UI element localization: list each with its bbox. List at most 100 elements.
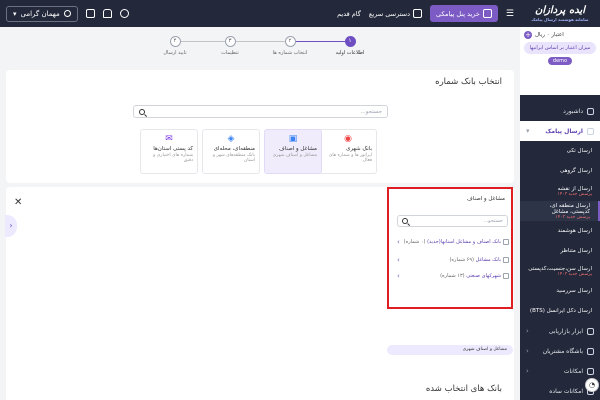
tile-subtitle: بانک منطقه‌های شهر و استان bbox=[212, 153, 255, 163]
chevron-right-icon[interactable]: › bbox=[5, 215, 17, 237]
postal-icon: ✉ bbox=[165, 134, 173, 144]
list-item-text: شهرکهای صنعتی (۱۳ شماره) bbox=[400, 273, 501, 279]
sidebar-sub-region[interactable]: ارسال منطقه ای، کدپستی، مشاغل پرسش جدید ۱… bbox=[520, 201, 600, 221]
credit-label: اعتبار ۰ ریال bbox=[535, 32, 564, 38]
support-icon[interactable] bbox=[119, 9, 129, 18]
list-item[interactable]: شهرکهای صنعتی (۱۳ شماره) ‹ bbox=[397, 269, 509, 283]
tile-title: مشاغل و اصناف bbox=[279, 146, 317, 152]
item-count: (۱۳ شماره) bbox=[440, 273, 465, 279]
step-number: ۳ bbox=[224, 36, 236, 47]
step-number: ۱ bbox=[344, 36, 356, 47]
step-label: تنظیمات bbox=[221, 50, 239, 56]
topbar-left: مهمان گرامی ▾ bbox=[6, 5, 129, 22]
tutorial-link[interactable]: گام قدیم bbox=[337, 10, 361, 18]
chat-support-button[interactable]: ◔ bbox=[585, 378, 599, 392]
step-confirm[interactable]: ۴ تایید ارسال bbox=[145, 36, 205, 56]
sidebar-item-label: ارسال پیامک bbox=[545, 127, 583, 135]
search-placeholder: جستجو... bbox=[483, 218, 503, 224]
sub-label: ارسال سررسید bbox=[556, 288, 592, 294]
sub-label: ارسال تکی bbox=[566, 148, 592, 154]
mail-icon[interactable] bbox=[85, 9, 95, 18]
sidebar-item-club[interactable]: باشگاه مشتریان ‹ bbox=[520, 341, 600, 361]
chevron-left-icon: ‹ bbox=[526, 327, 529, 335]
sidebar-item-send-sms[interactable]: ارسال پیامک ▾ bbox=[520, 121, 600, 141]
step-select-numbers[interactable]: ۲ انتخاب شماره ها bbox=[260, 36, 320, 56]
user-icon bbox=[63, 10, 71, 17]
tile-postal-code[interactable]: ✉ کد پستی استان‌ها شماره های اختیاری و د… bbox=[140, 129, 198, 174]
tile-subtitle: مشاغل و اصناف شهری bbox=[272, 153, 317, 158]
sub-label: ارسال دکل ایرانسل (BTS) bbox=[529, 308, 592, 314]
selected-guild-tag: مشاغل و اصناف شهری bbox=[387, 345, 513, 355]
guild-panel-title: مشاغل و اصناف bbox=[467, 196, 505, 202]
checkbox[interactable] bbox=[503, 257, 509, 263]
shop-icon: ▣ bbox=[288, 134, 298, 144]
top-bar: ☰ خرید پنل پیامکی دسترسی سریع گام قدیم م… bbox=[0, 0, 520, 27]
sidebar-sub-smart[interactable]: ارسال هوشمند bbox=[520, 221, 600, 241]
search-icon bbox=[139, 108, 145, 115]
item-count: (۶۹ شماره) bbox=[449, 257, 474, 263]
tutorial-label: گام قدیم bbox=[337, 9, 361, 18]
guild-search-input[interactable]: جستجو... bbox=[397, 215, 508, 227]
sidebar-sub-age-gender[interactable]: ارسال سن،جنسیت،کدپستی پرسش جدید ۱۴۰۳ bbox=[520, 261, 600, 281]
demo-badge: demo bbox=[547, 57, 573, 65]
sidebar-sub-group[interactable]: ارسال گروهی bbox=[520, 161, 600, 181]
tile-regional[interactable]: ◈ منطقه‌ای، محله‌ای بانک منطقه‌های شهر و… bbox=[202, 129, 260, 174]
credit-row: اعتبار ۰ ریال + bbox=[524, 31, 596, 39]
tile-subtitle: شماره های اختیاری و دقیق bbox=[153, 153, 193, 163]
menu-toggle-icon[interactable]: ☰ bbox=[506, 9, 514, 19]
sub-note: پرسش جدید ۱۴۰۳ bbox=[557, 271, 592, 277]
quick-access-label: دسترسی سریع bbox=[368, 9, 411, 18]
item-count: (۰ شماره) bbox=[403, 239, 426, 245]
chevron-left-icon: ‹ bbox=[526, 347, 529, 355]
bank-search-input[interactable]: جستجو... bbox=[133, 105, 388, 118]
map-pin-icon: ◈ bbox=[227, 134, 235, 144]
wizard-stepper: ۱ اطلاعات اولیه ۲ انتخاب شماره ها ۳ تنظی… bbox=[150, 36, 380, 66]
sidebar-item-label: امکانات bbox=[563, 367, 583, 375]
tile-title: منطقه‌ای، محله‌ای bbox=[213, 146, 255, 152]
bank-selection-card: انتخاب بانک شماره جستجو... ◉ بانک شهری ا… bbox=[6, 70, 514, 183]
sub-label: ارسال متناظر bbox=[560, 248, 592, 254]
promo-pill[interactable]: میزان اعتبار بر اساس ایرانیها bbox=[524, 42, 596, 54]
selected-banks-title: بانک های انتخاب شده bbox=[425, 384, 502, 394]
sidebar-item-marketing[interactable]: ابزار بازاریابی ‹ bbox=[520, 321, 600, 341]
quick-access-button[interactable]: دسترسی سریع bbox=[368, 9, 423, 18]
sidebar-sub-single[interactable]: ارسال تکی bbox=[520, 141, 600, 161]
chevron-left-icon[interactable]: ‹ bbox=[397, 272, 400, 280]
sidebar-menu: داشبورد ارسال پیامک ▾ ارسال تکی ارسال گر… bbox=[520, 95, 600, 400]
step-number: ۲ bbox=[284, 36, 296, 47]
bell-icon[interactable] bbox=[102, 9, 112, 18]
guild-list-panel: مشاغل و اصناف جستجو... بانک اصناف و مشاغ… bbox=[387, 187, 513, 309]
sidebar-item-dashboard[interactable]: داشبورد bbox=[520, 101, 600, 121]
step-basic-info[interactable]: ۱ اطلاعات اولیه bbox=[320, 36, 380, 56]
sidebar-sub-map[interactable]: ارسال از نقشه پرسش جدید ۱۴۰۳ bbox=[520, 181, 600, 201]
sidebar-item-label: ابزار بازاریابی bbox=[548, 327, 583, 335]
cart-icon bbox=[482, 9, 492, 18]
tile-title: کد پستی استان‌ها bbox=[153, 146, 193, 152]
buy-panel-button[interactable]: خرید پنل پیامکی bbox=[430, 5, 498, 22]
logo[interactable]: ایده پردازان سامانه هوشمند ارسال پیامک bbox=[520, 0, 600, 27]
tile-title: بانک شهری bbox=[346, 146, 372, 152]
tile-guilds[interactable]: ▣ مشاغل و اصناف مشاغل و اصناف شهری bbox=[264, 129, 322, 174]
close-icon[interactable]: ✕ bbox=[14, 197, 22, 208]
step-settings[interactable]: ۳ تنظیمات bbox=[200, 36, 260, 56]
logo-text: ایده پردازان bbox=[534, 5, 585, 16]
item-label: بانک مشاغل bbox=[475, 257, 501, 263]
sub-label: ارسال گروهی bbox=[559, 168, 592, 174]
sidebar-sub-due[interactable]: ارسال سررسید bbox=[520, 281, 600, 301]
search-placeholder: جستجو... bbox=[360, 108, 382, 115]
checkbox[interactable] bbox=[503, 239, 509, 245]
chevron-left-icon[interactable]: ‹ bbox=[397, 238, 400, 246]
club-icon bbox=[587, 347, 594, 355]
chevron-left-icon[interactable]: ‹ bbox=[397, 256, 400, 264]
app-root: ایده پردازان سامانه هوشمند ارسال پیامک ا… bbox=[0, 0, 600, 400]
checkbox[interactable] bbox=[503, 273, 509, 279]
add-credit-icon[interactable]: + bbox=[524, 31, 532, 39]
tile-city-bank[interactable]: ◉ بانک شهری اپراتور ها و شماره های فعال bbox=[319, 129, 377, 174]
sidebar-sub-bts[interactable]: ارسال دکل ایرانسل (BTS) bbox=[520, 301, 600, 321]
list-item[interactable]: بانک اصناف و مشاغل استانها(جدید) (۰ شمار… bbox=[397, 235, 509, 249]
list-item[interactable]: بانک مشاغل (۶۹ شماره) ‹ bbox=[397, 253, 509, 267]
features-icon bbox=[587, 367, 594, 375]
sidebar-sub-matched[interactable]: ارسال متناظر bbox=[520, 241, 600, 261]
step-label: اطلاعات اولیه bbox=[335, 50, 365, 56]
user-menu-button[interactable]: مهمان گرامی ▾ bbox=[6, 5, 78, 22]
